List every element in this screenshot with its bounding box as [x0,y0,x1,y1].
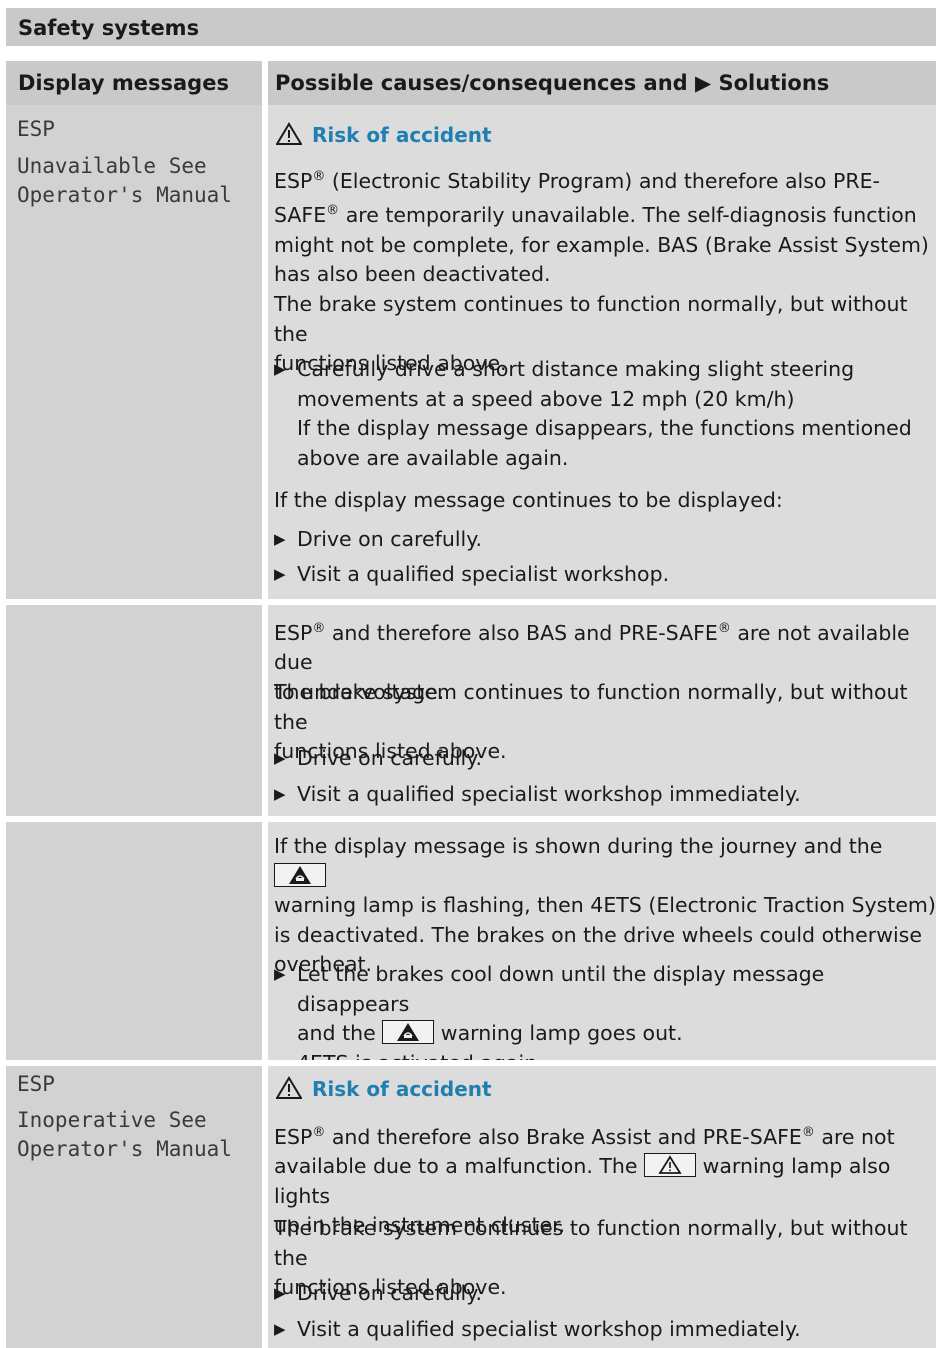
text-line: is deactivated. The brakes on the drive … [274,922,922,947]
text-line: The brake system continues to function n… [274,680,908,734]
table-header: Display messages Possible causes/consequ… [6,61,936,105]
paragraph: ESP® (Electronic Stability Program) and … [274,162,929,290]
display-message-line: Operator's Manual [17,183,232,207]
text-line: If the display message disappears, the f… [297,416,912,440]
column-separator [262,1066,268,1348]
paragraph: If the display message is shown during t… [274,832,936,980]
column-header-solutions: Possible causes/consequences and ▶ Solut… [275,71,830,95]
text-line: The brake system continues to function n… [274,1216,908,1270]
column-separator [262,105,268,599]
paragraph: If the display message continues to be d… [274,488,783,512]
text-line: Drive on carefully. [297,746,482,770]
text-line: If the display message is shown during t… [274,832,936,891]
text-line: Drive on carefully. [297,527,482,551]
column-separator [262,61,268,105]
text-line: above are available again. [297,445,569,470]
risk-label: Risk of accident [312,1077,492,1101]
text-line: ESP® and therefore also Brake Assist and… [274,1124,895,1149]
text-line: Let the brakes cool down until the displ… [297,962,825,1016]
warning-lamp-icon [644,1153,697,1178]
column-header-display-messages: Display messages [18,71,229,95]
text-line: and the warning lamp goes out. [297,1019,936,1049]
text-line: The brake system continues to function n… [274,292,908,346]
display-message-line: Unavailable See [17,154,207,178]
message-cell [6,822,262,1060]
risk-warning: Risk of accident [275,122,492,151]
text-line: Visit a qualified specialist workshop im… [297,1317,801,1341]
display-message-line: ESP [17,117,55,141]
warning-triangle-icon [275,1076,303,1105]
column-separator [262,822,268,1060]
section-title: Safety systems [18,16,200,40]
bullet-icon: ▶ [274,965,286,983]
text-line: movements at a speed above 12 mph (20 km… [297,386,795,411]
bullet-icon: ▶ [274,1284,286,1302]
text-line: Carefully drive a short distance making … [297,357,855,381]
bullet-icon: ▶ [274,1320,286,1338]
display-message-line: Inoperative See [17,1108,207,1132]
text-line: Visit a qualified specialist workshop. [297,562,670,586]
text-line: ESP® and therefore also BAS and PRE-SAFE… [274,620,910,675]
display-message-line: ESP [17,1072,55,1096]
table-row: ESP Inoperative See Operator's Manual Ri… [6,1066,936,1348]
display-message-line: Operator's Manual [17,1137,232,1161]
message-cell [6,605,262,816]
warning-triangle-icon [275,122,303,151]
text-line: Drive on carefully. [297,1281,482,1305]
text-line: warning lamp is flashing, then 4ETS (Ele… [274,893,936,917]
text-line: has also been deactivated. [274,262,551,287]
text-line: available due to a malfunction. The warn… [274,1152,936,1211]
bullet-icon: ▶ [274,565,286,583]
esp-skid-lamp-icon [382,1020,435,1044]
bullet-icon: ▶ [274,785,286,803]
text-line: SAFE® are temporarily unavailable. The s… [274,203,917,228]
column-separator [262,605,268,816]
bullet-icon: ▶ [274,530,286,548]
text-fragment: and the [297,1021,376,1045]
table-row: ESP Unavailable See Operator's Manual Ri… [6,105,936,599]
text-fragment: warning lamp goes out. [440,1021,683,1045]
section-title-bar: Safety systems [6,8,936,46]
text-line: ESP® (Electronic Stability Program) and … [274,168,880,193]
text-line: Visit a qualified specialist workshop im… [297,782,801,806]
text-fragment: available due to a malfunction. The [274,1154,638,1179]
bullet-icon: ▶ [274,360,286,378]
bullet-icon: ▶ [274,749,286,767]
risk-warning: Risk of accident [275,1076,492,1105]
table-row: ESP® and therefore also BAS and PRE-SAFE… [6,605,936,816]
esp-skid-lamp-icon [274,862,326,887]
risk-label: Risk of accident [312,123,492,147]
table-row: If the display message is shown during t… [6,822,936,1075]
text-line: might not be complete, for example. BAS … [274,232,929,257]
text-fragment: If the display message is shown during t… [274,834,883,858]
